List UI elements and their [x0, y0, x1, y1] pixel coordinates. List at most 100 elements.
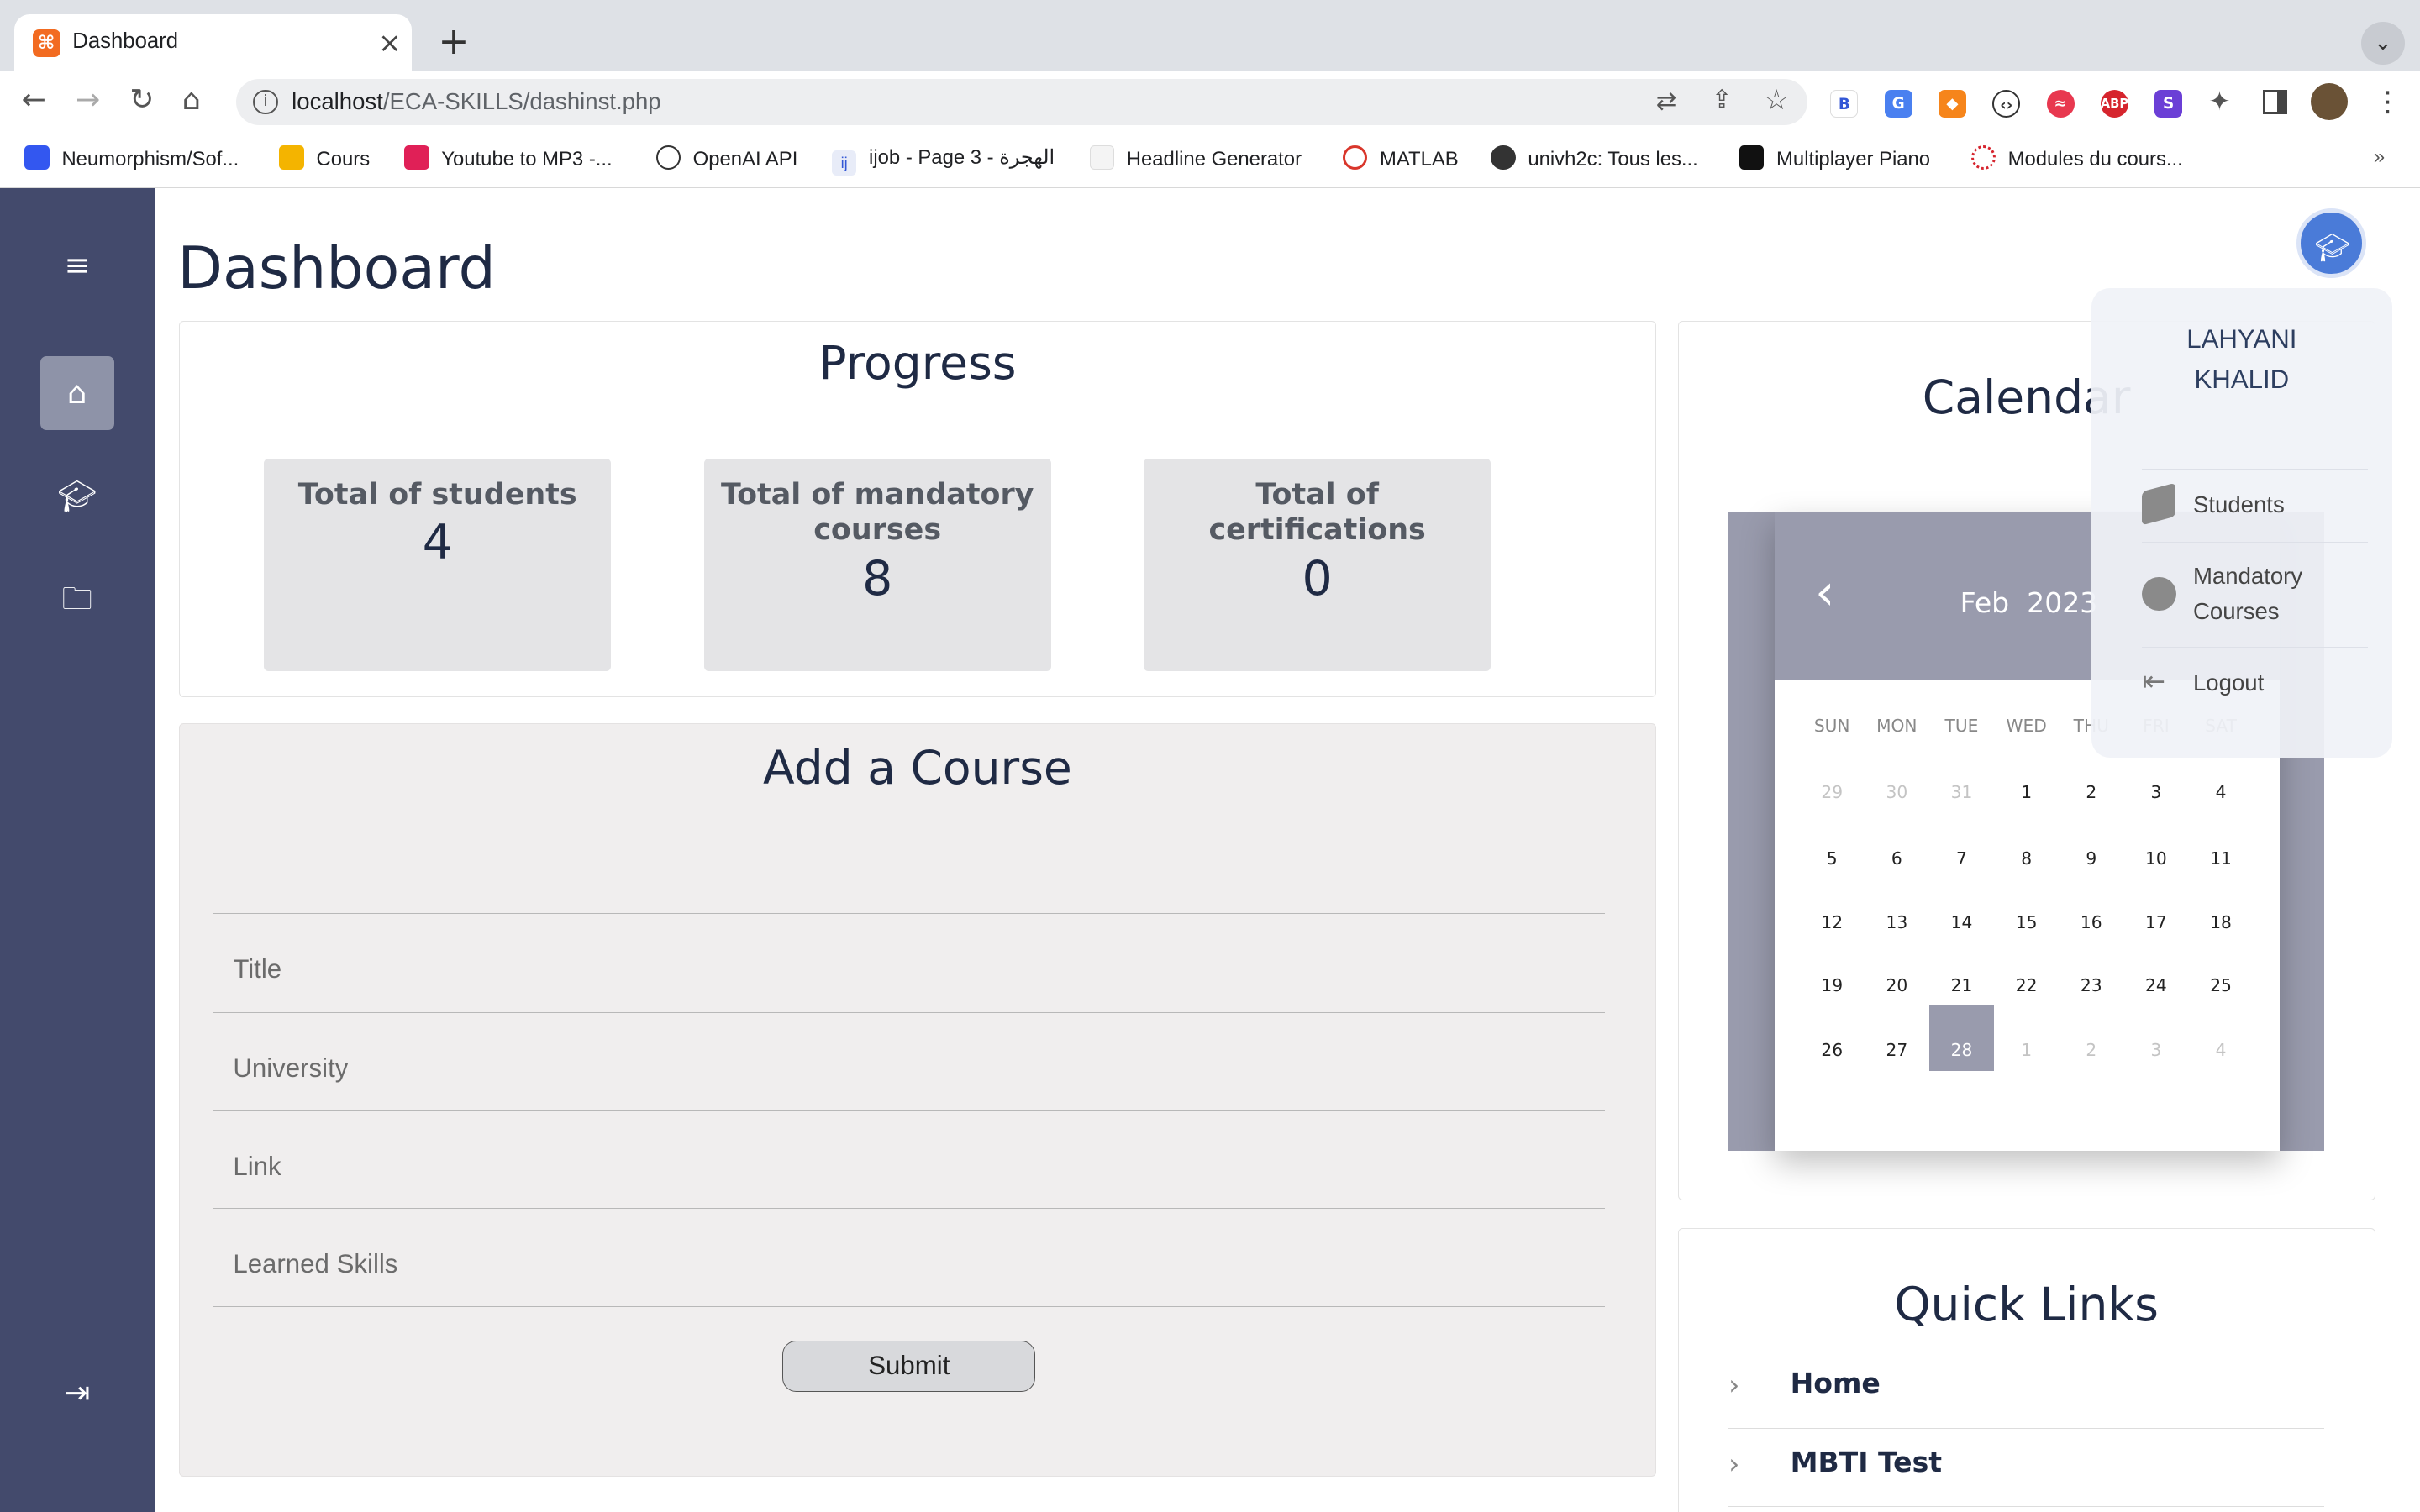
- matlab-icon: [1342, 144, 1368, 171]
- calendar-day[interactable]: 25: [2188, 975, 2253, 995]
- share-icon[interactable]: ⇪: [1712, 85, 1733, 113]
- calendar-day[interactable]: 3: [2123, 782, 2188, 802]
- tab-close-icon[interactable]: ×: [378, 26, 402, 59]
- quick-links-title: Quick Links: [1894, 1277, 2160, 1331]
- calendar-month: Feb 2023: [1960, 585, 2098, 619]
- university-field[interactable]: University: [213, 1011, 1606, 1111]
- piano-icon: [1739, 144, 1765, 171]
- back-icon[interactable]: ←: [22, 83, 46, 117]
- calendar-day[interactable]: 8: [1994, 848, 2059, 869]
- bookmark-univh2c[interactable]: univh2c: Tous les...: [1491, 144, 1698, 171]
- url-host: localhost: [292, 87, 383, 114]
- profile-avatar-icon[interactable]: [2310, 83, 2348, 121]
- book-open-icon: [2142, 576, 2176, 612]
- bookmark-star-icon[interactable]: ☆: [1764, 83, 1789, 116]
- extension-purple-icon[interactable]: S: [2154, 89, 2183, 118]
- calendar-day[interactable]: 16: [2059, 912, 2123, 932]
- calendar-day[interactable]: 14: [1929, 912, 1994, 932]
- site-info-icon[interactable]: i: [253, 89, 278, 114]
- bookmark-cours[interactable]: Cours: [279, 144, 370, 171]
- calendar-day[interactable]: 18: [2188, 912, 2253, 932]
- weekday-label: SUN: [1813, 716, 1850, 737]
- calendar-day[interactable]: 1: [1994, 782, 2059, 802]
- extension-metamask-icon[interactable]: ◆: [1938, 89, 1966, 118]
- modules-icon: [1970, 144, 1996, 171]
- extension-translate-icon[interactable]: G: [1884, 89, 1912, 118]
- calendar-day[interactable]: 3: [2123, 1040, 2188, 1060]
- hamburger-menu-icon[interactable]: ≡: [40, 228, 114, 302]
- calendar-prev-icon[interactable]: ‹: [1815, 563, 1835, 621]
- calendar-day[interactable]: 1: [1994, 1040, 2059, 1060]
- bookmark-matlab[interactable]: MATLAB: [1342, 144, 1459, 171]
- calendar-day[interactable]: 29: [1800, 782, 1865, 802]
- extension-red-icon[interactable]: ≈: [2046, 89, 2075, 118]
- calendar-day[interactable]: 30: [1865, 782, 1929, 802]
- calendar-day[interactable]: 7: [1929, 848, 1994, 869]
- calendar-day[interactable]: 4: [2188, 782, 2253, 802]
- quick-link-home[interactable]: › Home: [1728, 1350, 2325, 1429]
- openai-icon: [655, 144, 681, 171]
- calendar-day[interactable]: 19: [1800, 975, 1865, 995]
- progress-title: Progress: [818, 336, 1017, 391]
- logout-arrow-icon: ⇤: [2142, 665, 2166, 697]
- logout-icon[interactable]: ⇥: [40, 1356, 114, 1430]
- calendar-day[interactable]: 27: [1865, 1040, 1929, 1060]
- calendar-day[interactable]: 22: [1994, 975, 2059, 995]
- calendar-day[interactable]: 10: [2123, 848, 2188, 869]
- translate-icon[interactable]: ⇄: [1656, 87, 1677, 115]
- stat-label: Total of certifications: [1208, 477, 1426, 547]
- browser-tab[interactable]: ⌘ Dashboard ×: [13, 13, 413, 73]
- bookmark-ijob[interactable]: ij ijob - Page 3 - الهجرة: [831, 145, 1055, 176]
- add-course-title: Add a Course: [763, 740, 1072, 795]
- bookmarks-overflow[interactable]: »: [2374, 145, 2385, 169]
- submit-button[interactable]: Submit: [782, 1341, 1036, 1392]
- calendar-day[interactable]: 12: [1800, 912, 1865, 932]
- calendar-day[interactable]: 24: [2123, 975, 2188, 995]
- bookmark-headline[interactable]: Headline Generator: [1089, 144, 1302, 171]
- adblock-icon[interactable]: ABP: [2100, 89, 2128, 118]
- learned-skills-field[interactable]: Learned Skills: [213, 1208, 1606, 1307]
- calendar-day[interactable]: 26: [1800, 1040, 1865, 1060]
- calendar-day[interactable]: 2: [2059, 1040, 2123, 1060]
- link-field[interactable]: Link: [213, 1110, 1606, 1210]
- folder-icon[interactable]: 🗀: [40, 562, 114, 636]
- home-nav-icon[interactable]: ⌂: [39, 356, 114, 431]
- side-panel-icon[interactable]: [2262, 89, 2288, 114]
- user-avatar[interactable]: 🎓︎: [2296, 207, 2366, 278]
- quick-link-mbti[interactable]: › MBTI Test: [1728, 1429, 2325, 1508]
- calendar-day[interactable]: 20: [1865, 975, 1929, 995]
- dropdown-divider: [2142, 541, 2368, 543]
- calendar-day[interactable]: 9: [2059, 848, 2123, 869]
- calendar-day[interactable]: 15: [1994, 912, 2059, 932]
- new-tab-icon[interactable]: +: [432, 21, 475, 65]
- bookmark-openai[interactable]: OpenAI API: [655, 144, 797, 171]
- calendar-day[interactable]: 2: [2059, 782, 2123, 802]
- home-icon[interactable]: ⌂: [182, 83, 201, 117]
- calendar-day[interactable]: 5: [1800, 848, 1865, 869]
- calendar-day[interactable]: 28: [1929, 1040, 1994, 1060]
- extensions-puzzle-icon[interactable]: ✦: [2208, 87, 2230, 117]
- calendar-day[interactable]: 4: [2188, 1040, 2253, 1060]
- stat-value: 8: [862, 550, 893, 606]
- forward-icon[interactable]: →: [76, 83, 100, 117]
- graduation-cap-icon[interactable]: 🎓︎: [40, 459, 114, 533]
- extension-code-icon[interactable]: ‹›: [1992, 89, 2021, 118]
- title-field[interactable]: Title: [213, 913, 1606, 1012]
- bookmark-modules[interactable]: Modules du cours...: [1970, 144, 2183, 171]
- bookmark-youtube-mp3[interactable]: Youtube to MP3 -...: [404, 144, 613, 171]
- extension-b-icon[interactable]: B: [1830, 89, 1859, 118]
- bookmark-piano[interactable]: Multiplayer Piano: [1739, 144, 1930, 171]
- calendar-day[interactable]: 17: [2123, 912, 2188, 932]
- calendar-day[interactable]: 31: [1929, 782, 1994, 802]
- browser-menu-icon[interactable]: ⋮: [2374, 85, 2402, 118]
- tab-search-chevron-icon[interactable]: ⌄: [2361, 21, 2405, 66]
- url-text[interactable]: localhost/ECA-SKILLS/dashinst.php: [292, 88, 661, 115]
- reload-icon[interactable]: ↻: [129, 83, 154, 117]
- calendar-day[interactable]: 13: [1865, 912, 1929, 932]
- calendar-day[interactable]: 21: [1929, 975, 1994, 995]
- calendar-day[interactable]: 11: [2188, 848, 2253, 869]
- calendar-day[interactable]: 6: [1865, 848, 1929, 869]
- bookmark-neumorphism[interactable]: Neumorphism/Sof...: [24, 144, 239, 171]
- calendar-day[interactable]: 23: [2059, 975, 2123, 995]
- stat-value: 4: [422, 515, 453, 571]
